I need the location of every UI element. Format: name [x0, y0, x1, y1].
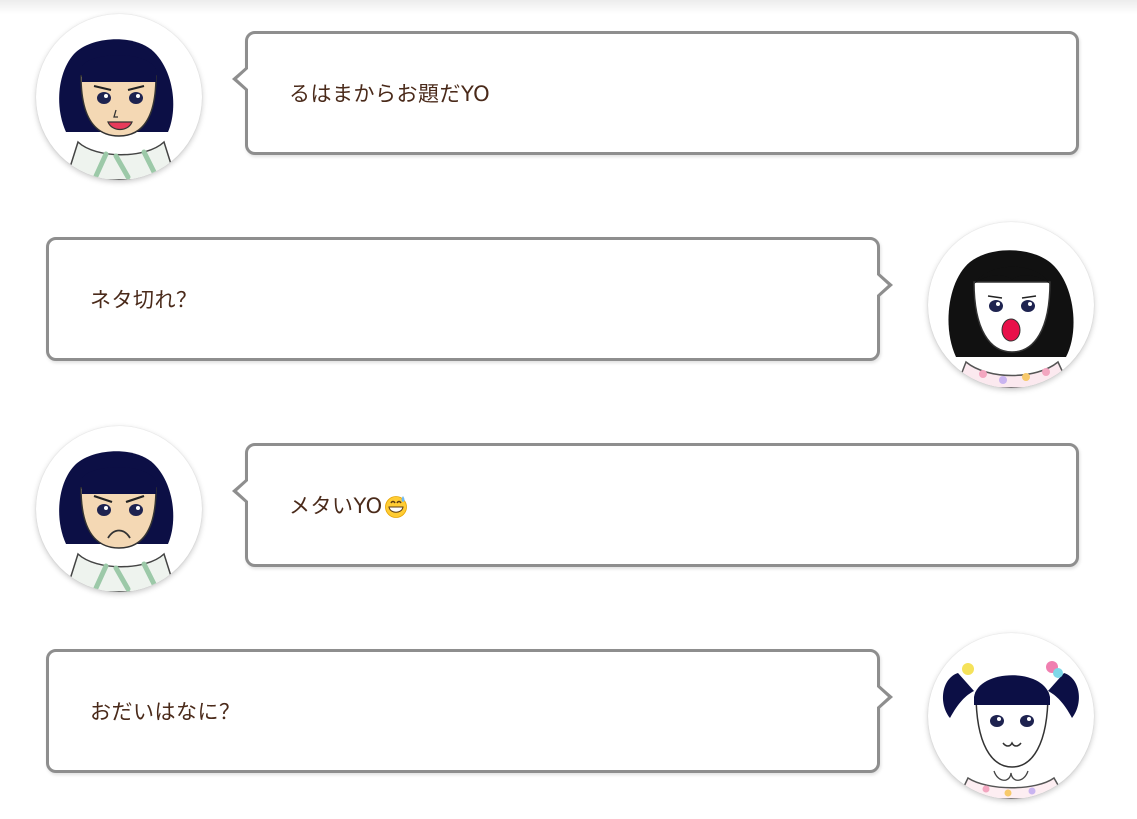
girl-twintails-icon: [928, 633, 1094, 799]
grinning-sweat-emoji: [384, 496, 407, 518]
message-bubble-4: おだいはなに？: [46, 649, 893, 773]
message-text-3: メタいYO: [289, 490, 408, 520]
girl-surprised-icon: [928, 222, 1094, 388]
message-bubble-1: るはまからお題だYO: [232, 31, 1079, 155]
bubble-tail-inner: [237, 68, 249, 90]
message-text-3-label: メタいYO: [289, 494, 383, 518]
girl-pouting-icon: [36, 426, 202, 592]
message-bubble-3: メタいYO: [232, 443, 1079, 567]
message-text-4: おだいはなに？: [90, 700, 241, 724]
bubble-tail-inner: [876, 274, 888, 296]
message-text-1: るはまからお題だYO: [289, 82, 491, 106]
bubble-tail-inner: [876, 686, 888, 708]
message-text-2: ネタ切れ？: [90, 288, 198, 312]
message-bubble-2: ネタ切れ？: [46, 237, 893, 361]
bubble-tail-inner: [237, 480, 249, 502]
girl-smiling-icon: [36, 14, 202, 180]
top-shadow-bar: [0, 0, 1137, 14]
